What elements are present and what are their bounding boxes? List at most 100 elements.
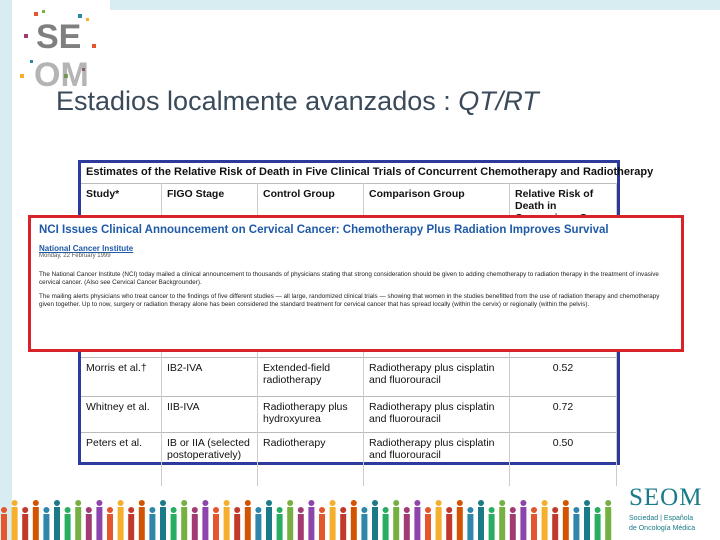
person-figure-body <box>403 514 410 540</box>
person-figure-head <box>160 500 166 506</box>
person-figure-body <box>266 507 272 540</box>
person-figure-body <box>244 507 251 540</box>
announcement-title: NCI Issues Clinical Announcement on Cerv… <box>39 224 609 236</box>
person-figure-body <box>361 514 368 540</box>
top-accent-bar <box>110 0 720 10</box>
cell-control: Radiotherapy plus hydroxyurea <box>257 396 364 433</box>
person-figure-body <box>170 514 177 540</box>
person-figure-head <box>43 507 50 513</box>
announcement-paragraph-2: The mailing alerts physicians who treat … <box>39 293 660 308</box>
person-figure-head <box>541 500 548 506</box>
person-figure-head <box>488 507 495 513</box>
person-figure-body <box>32 507 39 540</box>
person-figure-body <box>456 507 463 540</box>
announcement-source-link[interactable]: National Cancer Institute <box>39 244 673 253</box>
person-figure-body <box>138 507 145 540</box>
person-figure-body <box>287 507 294 540</box>
announcement-paragraph-1: The National Cancer Institute (NCI) toda… <box>39 271 659 286</box>
person-figure-body <box>393 507 400 540</box>
cell-relative-risk: 0.52 <box>509 357 617 397</box>
person-figure-head <box>509 507 516 513</box>
person-figure-head <box>234 507 241 513</box>
person-figure-body <box>181 507 188 540</box>
person-figure-body <box>297 514 304 540</box>
person-figure-body <box>223 507 230 540</box>
people-crowd-banner <box>1 500 612 540</box>
table-row: Peters et al. IB or IIA (selected postop… <box>81 432 617 486</box>
person-figure-body <box>213 514 219 540</box>
svg-text:SE: SE <box>36 18 81 56</box>
person-figure-head <box>605 500 612 506</box>
person-figure-head <box>531 507 537 513</box>
svg-text:OM: OM <box>34 56 89 88</box>
cell-comparison: Radiotherapy plus cisplatin and fluorour… <box>363 357 510 397</box>
person-figure-body <box>509 514 516 540</box>
person-figure-head <box>562 500 569 506</box>
person-figure-body <box>488 514 495 540</box>
cell-study: Peters et al. <box>81 432 162 486</box>
person-figure-body <box>11 507 18 540</box>
crowd-figures <box>1 500 612 540</box>
person-figure-head <box>446 507 453 513</box>
person-figure-head <box>499 500 506 506</box>
person-figure-body <box>308 507 315 540</box>
person-figure-head <box>308 500 315 506</box>
person-figure-head <box>372 500 378 506</box>
person-figure-head <box>85 507 92 513</box>
person-figure-body <box>319 514 325 540</box>
person-figure-body <box>329 507 336 540</box>
person-figure-body <box>43 514 50 540</box>
person-figure-body <box>372 507 378 540</box>
person-figure-body <box>128 514 135 540</box>
person-figure-body <box>191 514 198 540</box>
person-figure-head <box>181 500 188 506</box>
person-figure-head <box>573 507 580 513</box>
person-figure-head <box>64 507 71 513</box>
person-figure-body <box>414 507 421 540</box>
person-figure-head <box>584 500 590 506</box>
person-figure-head <box>552 507 559 513</box>
person-figure-head <box>170 507 177 513</box>
person-figure-head <box>414 500 421 506</box>
cell-study: Whitney et al. <box>81 396 162 433</box>
nci-announcement-box: NCI Issues Clinical Announcement on Cerv… <box>28 215 684 352</box>
person-figure-body <box>435 507 442 540</box>
person-figure-body <box>75 507 82 540</box>
person-figure-head <box>393 500 400 506</box>
person-figure-head <box>75 500 82 506</box>
person-figure-body <box>541 507 548 540</box>
person-figure-body <box>1 514 7 540</box>
person-figure-head <box>191 507 198 513</box>
cell-study: Morris et al.† <box>81 357 162 397</box>
person-figure-head <box>456 500 463 506</box>
cell-figo: IB2-IVA <box>161 357 258 397</box>
slide-title-italic: QT/RT <box>458 86 539 116</box>
left-accent-bar <box>0 0 12 540</box>
person-figure-head <box>403 507 410 513</box>
seom-logo-subtitle-1: Sociedad | Española <box>629 515 694 522</box>
person-figure-head <box>520 500 527 506</box>
person-figure-body <box>64 514 71 540</box>
person-figure-body <box>531 514 537 540</box>
person-figure-body <box>584 507 590 540</box>
cell-figo: IB or IIA (selected postoperatively) <box>161 432 258 486</box>
person-figure-body <box>478 507 484 540</box>
person-figure-head <box>478 500 484 506</box>
person-figure-head <box>382 507 389 513</box>
person-figure-head <box>117 500 124 506</box>
person-figure-head <box>329 500 336 506</box>
person-figure-head <box>266 500 272 506</box>
person-figure-body <box>605 507 612 540</box>
person-figure-body <box>85 514 92 540</box>
person-figure-head <box>96 500 103 506</box>
seom-logo-subtitle-2: de Oncología Médica <box>629 525 696 532</box>
person-figure-head <box>244 500 251 506</box>
person-figure-head <box>594 507 601 513</box>
person-figure-body <box>520 507 527 540</box>
person-figure-head <box>223 500 230 506</box>
person-figure-body <box>446 514 453 540</box>
person-figure-body <box>350 507 357 540</box>
person-figure-body <box>202 507 209 540</box>
cell-comparison: Radiotherapy plus cisplatin and fluorour… <box>363 432 510 486</box>
person-figure-body <box>562 507 569 540</box>
